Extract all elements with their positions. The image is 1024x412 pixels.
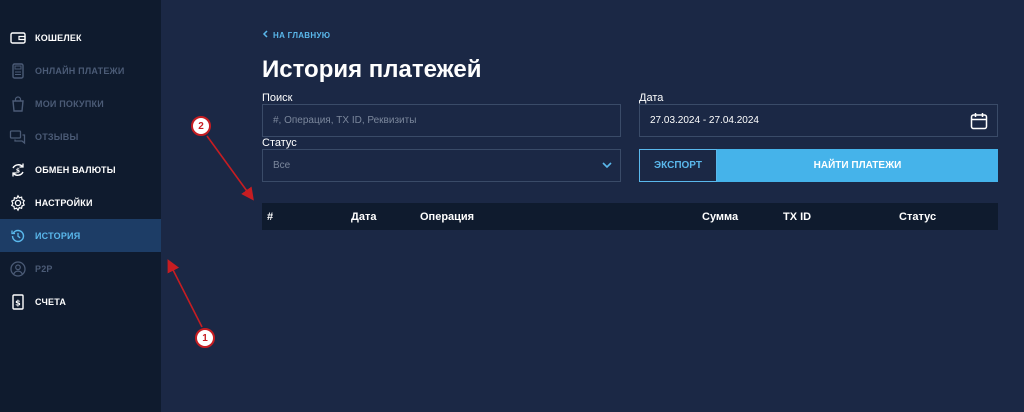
back-to-main-link[interactable]: НА ГЛАВНУЮ — [262, 30, 330, 40]
sidebar-item-label: КОШЕЛЕК — [35, 32, 82, 43]
sidebar-item-wallet[interactable]: КОШЕЛЕК — [0, 21, 161, 54]
status-label: Статус — [262, 137, 297, 149]
sidebar-item-settings[interactable]: НАСТРОЙКИ — [0, 186, 161, 219]
user-circle-icon — [9, 260, 27, 278]
page-title: История платежей — [262, 56, 482, 83]
find-payments-button[interactable]: НАЙТИ ПЛАТЕЖИ — [717, 149, 998, 182]
search-input[interactable]: #, Операция, TX ID, Реквизиты — [262, 104, 621, 137]
sidebar-item-label: ИСТОРИЯ — [35, 230, 81, 241]
annotation-arrow-1 — [167, 259, 203, 328]
chevron-down-icon — [602, 161, 612, 172]
sidebar-item-label: СЧЕТА — [35, 296, 67, 307]
sidebar-item-label: ОНЛАЙН ПЛАТЕЖИ — [35, 65, 125, 76]
back-link-label: НА ГЛАВНУЮ — [273, 30, 331, 40]
annotation-arrow-2 — [206, 135, 254, 201]
wallet-icon — [9, 29, 27, 47]
date-label: Дата — [639, 92, 664, 104]
calendar-icon[interactable] — [969, 111, 989, 134]
sidebar-item-label: МОИ ПОКУПКИ — [35, 98, 104, 109]
history-clock-icon — [9, 227, 27, 245]
export-button[interactable]: ЭКСПОРТ — [639, 149, 717, 182]
column-header-operation: Операция — [420, 211, 475, 223]
annotation-marker-2: 2 — [191, 116, 211, 136]
search-label: Поиск — [262, 92, 293, 104]
sidebar-item-online-payments[interactable]: ОНЛАЙН ПЛАТЕЖИ — [0, 54, 161, 87]
date-range-value: 27.03.2024 - 27.04.2024 — [650, 115, 759, 126]
sidebar-item-my-purchases[interactable]: МОИ ПОКУПКИ — [0, 87, 161, 120]
search-placeholder: #, Операция, TX ID, Реквизиты — [273, 115, 417, 126]
payments-table-header: # Дата Операция Сумма TX ID Статус — [262, 203, 998, 230]
payment-terminal-icon — [9, 62, 27, 80]
column-header-date: Дата — [351, 211, 377, 223]
column-header-number: # — [267, 211, 274, 223]
invoice-dollar-icon: $ — [9, 293, 27, 311]
currency-exchange-icon: $ — [9, 161, 27, 179]
status-select[interactable]: Все — [262, 149, 621, 182]
sidebar-item-label: P2P — [35, 263, 53, 274]
sidebar-item-label: ОТЗЫВЫ — [35, 131, 79, 142]
chat-bubbles-icon — [9, 128, 27, 146]
status-select-value: Все — [273, 160, 291, 171]
column-header-tx-id: TX ID — [783, 211, 812, 223]
gear-icon — [9, 194, 27, 212]
column-header-status: Статус — [899, 211, 937, 223]
sidebar-item-label: НАСТРОЙКИ — [35, 197, 93, 208]
sidebar-item-invoices[interactable]: $ СЧЕТА — [0, 285, 161, 318]
annotation-marker-1: 1 — [195, 328, 215, 348]
sidebar-item-reviews[interactable]: ОТЗЫВЫ — [0, 120, 161, 153]
sidebar-item-currency-exchange[interactable]: $ ОБМЕН ВАЛЮТЫ — [0, 153, 161, 186]
svg-text:$: $ — [15, 298, 21, 307]
column-header-amount: Сумма — [702, 211, 739, 223]
shopping-bag-icon — [9, 95, 27, 113]
sidebar-item-history[interactable]: ИСТОРИЯ — [0, 219, 161, 252]
chevron-left-icon — [262, 30, 269, 40]
sidebar: КОШЕЛЕК ОНЛАЙН ПЛАТЕЖИ МОИ ПОКУПКИ ОТЗЫВ… — [0, 0, 161, 412]
date-range-input[interactable]: 27.03.2024 - 27.04.2024 — [639, 104, 998, 137]
sidebar-item-label: ОБМЕН ВАЛЮТЫ — [35, 164, 116, 175]
svg-text:$: $ — [16, 167, 20, 174]
sidebar-item-p2p[interactable]: P2P — [0, 252, 161, 285]
